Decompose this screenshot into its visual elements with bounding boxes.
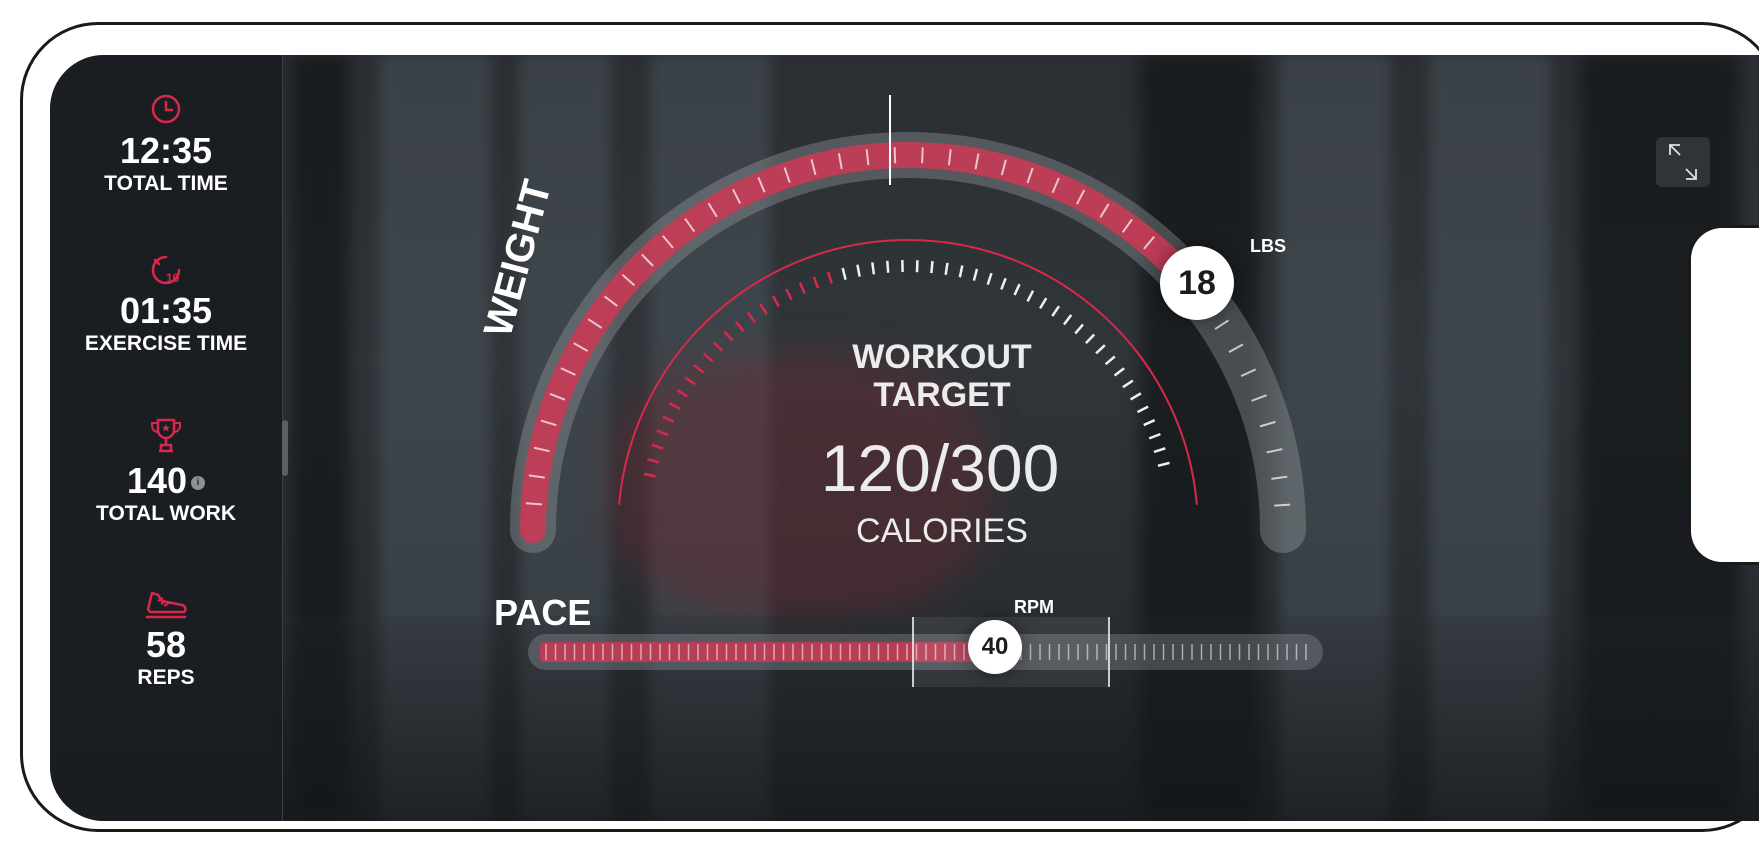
calorie-tick (1113, 367, 1125, 377)
calorie-tick (798, 282, 806, 295)
calorie-tick (656, 429, 669, 437)
workout-target-title-line1: WORKOUT (852, 338, 1032, 376)
weight-tick (1274, 503, 1291, 507)
calorie-tick (930, 260, 934, 274)
calorie-tick (684, 376, 696, 386)
calorie-tick (651, 443, 664, 450)
pace-unit-label: RPM (1014, 597, 1054, 617)
calorie-tick (856, 264, 861, 277)
calorie-tick (1013, 283, 1021, 296)
device-side-notch (1688, 225, 1759, 565)
calorie-tick (1157, 461, 1170, 468)
calorie-tick (972, 268, 979, 281)
calorie-tick (647, 458, 660, 464)
calorie-tick (871, 262, 876, 275)
gauge-graphics (510, 95, 1323, 687)
calorie-tick (1085, 333, 1096, 345)
calorie-tick (986, 272, 993, 286)
weight-tick (525, 502, 542, 506)
calorie-tick (1000, 277, 1007, 290)
weight-tick (921, 147, 924, 164)
calorie-tick (785, 288, 793, 301)
pace-label: PACE (494, 592, 592, 633)
calorie-tick (759, 303, 768, 315)
calorie-tick (669, 402, 681, 410)
calorie-tick (1062, 314, 1073, 326)
workout-target-title: WORKOUT TARGET (827, 338, 1057, 414)
calorie-tick (1143, 419, 1156, 427)
calorie-tick (841, 267, 847, 280)
calorie-tick (944, 262, 949, 275)
workout-target-value: 120/300 (820, 431, 1060, 505)
calorie-tick (662, 415, 675, 423)
calorie-tick (1074, 323, 1084, 335)
calorie-tick (886, 260, 890, 273)
weight-slider-knob[interactable]: 18 (1160, 246, 1234, 320)
pace-slider-knob[interactable]: 40 (968, 620, 1022, 674)
calorie-tick (1095, 344, 1106, 355)
weight-tick (893, 147, 897, 164)
calorie-tick (771, 295, 781, 308)
calorie-tick (746, 311, 756, 324)
calorie-tick (1039, 297, 1048, 310)
calorie-tick (712, 341, 724, 352)
calorie-tick (1136, 405, 1149, 414)
calorie-tick (1153, 447, 1166, 454)
workout-target-unit: CALORIES (856, 512, 1028, 550)
calorie-tick (643, 472, 656, 478)
calorie-tick (958, 265, 964, 278)
calorie-tick (1148, 432, 1161, 440)
workout-target-title-line2: TARGET (873, 376, 1011, 414)
calorie-tick (1129, 392, 1142, 401)
calorie-tick (1104, 355, 1116, 366)
calorie-tick (1026, 290, 1035, 302)
calorie-tick (693, 364, 705, 374)
calorie-tick (1051, 305, 1061, 317)
calorie-tick (676, 389, 688, 398)
calorie-tick (723, 331, 734, 342)
calorie-tick (812, 276, 820, 289)
calorie-tick (1122, 379, 1134, 389)
calorie-tick (734, 321, 745, 333)
calorie-tick (826, 271, 833, 284)
weight-unit-label: LBS (1250, 236, 1286, 256)
calorie-tick (702, 352, 714, 363)
